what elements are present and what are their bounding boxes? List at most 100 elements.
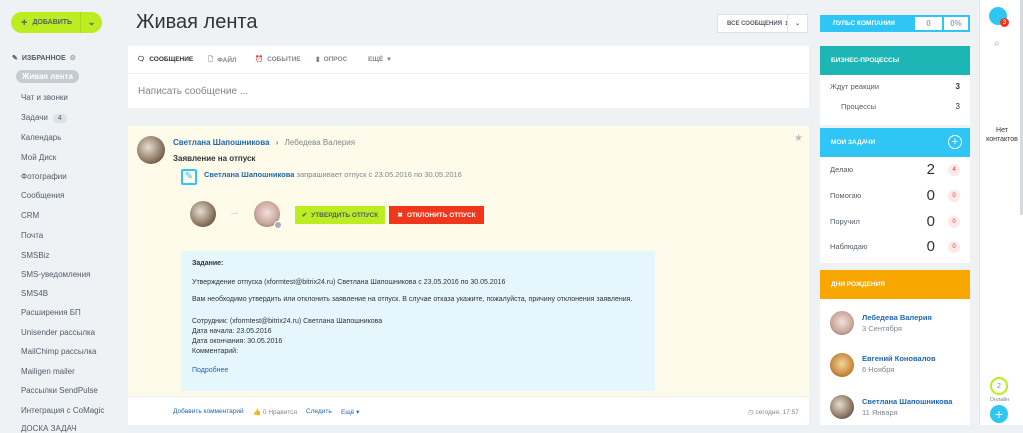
page-title: Живая лента bbox=[136, 11, 258, 33]
clock-icon: ⏰ bbox=[255, 56, 264, 63]
sidebar-item-label: Почта bbox=[21, 231, 44, 240]
no-contacts-text: Нет контактов bbox=[986, 127, 1018, 143]
tab-poll[interactable]: ▮ ОПРОС bbox=[316, 55, 347, 64]
sidebar-item[interactable]: Задачи 4 bbox=[21, 113, 67, 123]
messenger-bar: 3 ⌕ Нет контактов 2 Онлайн + bbox=[979, 0, 1023, 425]
request-text: запрашивает отпуск с 23.05.2016 по 30.05… bbox=[296, 170, 462, 179]
sidebar-item[interactable]: Фотографии bbox=[21, 172, 67, 181]
sidebar-item-label: Mailigen mailer bbox=[21, 367, 75, 376]
clock-icon bbox=[274, 221, 282, 229]
approve-leave-button[interactable]: ✔ УТВЕРДИТЬ ОТПУСК bbox=[295, 206, 385, 224]
tasks-row-assigned[interactable]: Поручил 0 0 bbox=[830, 213, 960, 230]
birthday-name[interactable]: Светлана Шапошникова bbox=[862, 397, 952, 406]
pulse-value: 0 bbox=[915, 17, 942, 30]
add-task-icon[interactable]: + bbox=[948, 135, 962, 149]
pulse-percent: 0% bbox=[944, 17, 968, 30]
follow-link[interactable]: Следить bbox=[306, 408, 332, 415]
post-author-link[interactable]: Светлана Шапошникова bbox=[173, 138, 269, 147]
sidebar-item[interactable]: Расширения БП bbox=[21, 308, 81, 317]
gear-icon[interactable]: ⚙ bbox=[70, 54, 76, 62]
sidebar-item-label: Unisender рассылка bbox=[21, 328, 96, 337]
star-icon[interactable]: ★ bbox=[794, 133, 803, 144]
plus-icon: + bbox=[21, 16, 28, 29]
company-pulse[interactable]: ПУЛЬС КОМПАНИИ 0 0% bbox=[820, 15, 970, 32]
sidebar-item-label: Расширения БП bbox=[21, 308, 81, 317]
sidebar-item[interactable]: CRM bbox=[21, 211, 39, 220]
more-link[interactable]: Ещё ▾ bbox=[341, 408, 359, 416]
requester-avatar[interactable] bbox=[190, 201, 216, 227]
sidebar-item[interactable]: ДОСКА ЗАДАЧ bbox=[21, 424, 77, 433]
tasks-row-doing[interactable]: Делаю 2 4 bbox=[830, 161, 960, 178]
sidebar-item-label: Рассылки SendPulse bbox=[21, 386, 98, 395]
sidebar-item[interactable]: Mailigen mailer bbox=[21, 367, 75, 376]
decline-leave-button[interactable]: ✖ ОТКЛОНИТЬ ОТПУСК bbox=[389, 206, 484, 224]
card-title[interactable]: БИЗНЕС-ПРОЦЕССЫ bbox=[820, 46, 970, 75]
task-line: Утверждение отпуска (xformtest@bitrix24.… bbox=[192, 279, 506, 286]
message-icon: 🗨 bbox=[137, 56, 146, 63]
feed-post: Светлана Шапошникова › Лебедева Валерия … bbox=[128, 126, 809, 425]
sidebar-item-label: SMSBiz bbox=[21, 251, 50, 260]
close-icon: ✖ bbox=[397, 212, 403, 219]
tasks-row-helping[interactable]: Помогаю 0 0 bbox=[830, 187, 960, 204]
sidebar-item[interactable]: Чат и звонки bbox=[21, 93, 68, 102]
author-avatar[interactable] bbox=[137, 136, 165, 164]
birthday-name[interactable]: Евгений Коновалов bbox=[862, 354, 936, 363]
task-comment: Комментарий: bbox=[192, 348, 239, 355]
sidebar-item-label: Фотографии bbox=[21, 172, 67, 181]
sidebar-item[interactable]: Рассылки SendPulse bbox=[21, 386, 98, 395]
like-button[interactable]: 👍 0 Нравится bbox=[253, 408, 297, 416]
file-icon: 🗋 bbox=[208, 56, 214, 63]
add-chat-button[interactable]: + bbox=[990, 405, 1008, 423]
sidebar-item[interactable]: Unisender рассылка bbox=[21, 328, 95, 337]
add-comment-link[interactable]: Добавить комментарий bbox=[173, 408, 244, 415]
sidebar-item[interactable]: Сообщения bbox=[21, 191, 64, 200]
post-footer: Добавить комментарий 👍 0 Нравится Следит… bbox=[128, 396, 809, 425]
card-title[interactable]: МОИ ЗАДАЧИ + bbox=[820, 128, 970, 157]
tasks-row-watching[interactable]: Наблюдаю 0 0 bbox=[830, 238, 960, 255]
sidebar-item-label: SMS-уведомления bbox=[21, 270, 91, 279]
sidebar-item[interactable]: SMSBiz bbox=[21, 251, 49, 260]
sidebar-item[interactable]: MailChimp рассылка bbox=[21, 347, 96, 356]
tab-file[interactable]: 🗋 ФАЙЛ bbox=[208, 55, 237, 66]
sidebar-item[interactable]: SMS-уведомления bbox=[21, 270, 90, 279]
post-time: ◷ сегодня, 17:57 bbox=[748, 409, 799, 416]
sidebar-item[interactable]: Интеграция с CoMagic bbox=[21, 406, 104, 415]
chevron-down-icon[interactable]: ⌄ bbox=[80, 12, 102, 33]
sidebar-item-label: MailChimp рассылка bbox=[21, 347, 97, 356]
sidebar-item[interactable]: Почта bbox=[21, 231, 43, 240]
tab-more[interactable]: ЕЩЁ ▾ bbox=[368, 55, 391, 64]
post-recipient[interactable]: Лебедева Валерия bbox=[285, 138, 355, 147]
arrow-right-icon: › bbox=[275, 138, 279, 147]
task-more-link[interactable]: Подробнее bbox=[192, 367, 228, 374]
tab-message[interactable]: 🗨 СООБЩЕНИЕ bbox=[137, 55, 193, 64]
sidebar-item[interactable]: Календарь bbox=[21, 133, 61, 142]
birthday-avatar[interactable] bbox=[830, 395, 854, 419]
request-author-link[interactable]: Светлана Шапошникова bbox=[204, 170, 294, 179]
search-icon[interactable]: ⌕ bbox=[994, 38, 1000, 49]
online-label: Онлайн bbox=[989, 397, 1010, 403]
sidebar-item-label: SMS4B bbox=[21, 289, 49, 298]
task-employee: Сотрудник: (xformtest@bitrix24.ru) Светл… bbox=[192, 318, 383, 325]
bp-row-waiting[interactable]: Ждут реакции 3 bbox=[830, 82, 960, 91]
tab-event[interactable]: ⏰ СОБЫТИЕ bbox=[255, 55, 301, 64]
sidebar-item[interactable]: Мой Диск bbox=[21, 153, 56, 162]
filter-label: ВСЕ СООБЩЕНИЯ bbox=[727, 20, 783, 27]
birthday-date: 6 Ноября bbox=[862, 365, 895, 374]
online-count[interactable]: 2 bbox=[990, 377, 1008, 395]
birthday-name[interactable]: Лебедева Валерия bbox=[862, 313, 932, 322]
pin-icon: ✎ bbox=[12, 55, 18, 62]
messages-filter-select[interactable]: ВСЕ СООБЩЕНИЯ 1 ⌄ bbox=[717, 14, 808, 33]
sidebar-item-label: Календарь bbox=[21, 133, 62, 142]
pulse-label: ПУЛЬС КОМПАНИИ bbox=[833, 20, 895, 27]
birthday-avatar[interactable] bbox=[830, 311, 854, 335]
favorites-label: ИЗБРАННОЕ bbox=[21, 54, 66, 62]
birthday-avatar[interactable] bbox=[830, 353, 854, 377]
card-title[interactable]: ДНИ РОЖДЕНИЯ bbox=[820, 270, 970, 299]
sidebar-item[interactable]: SMS4B bbox=[21, 289, 48, 298]
message-input[interactable]: Написать сообщение ... bbox=[138, 86, 248, 97]
bp-row-processes[interactable]: Процессы 3 bbox=[841, 102, 960, 111]
add-button[interactable]: + ДОБАВИТЬ ⌄ bbox=[11, 12, 102, 33]
clock-icon: ◷ bbox=[748, 409, 754, 416]
sidebar-item[interactable]: Живая лента bbox=[16, 70, 79, 83]
arrow-right-icon: → bbox=[229, 206, 240, 218]
